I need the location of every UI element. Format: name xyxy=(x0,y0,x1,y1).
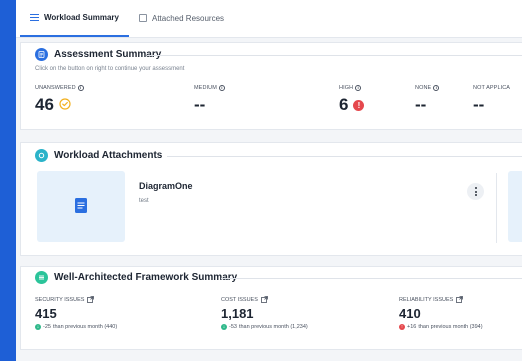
metric-label: NOT APPLICA xyxy=(473,85,511,91)
info-icon[interactable]: i xyxy=(433,85,440,91)
more-options-icon[interactable] xyxy=(467,183,484,200)
pending-icon xyxy=(59,95,71,115)
assessment-summary-header: Assessment Summary xyxy=(35,48,161,61)
issue-count: 415 xyxy=(35,306,57,321)
arrow-down-icon: ↓ xyxy=(221,323,227,330)
framework-summary-card: Well-Architected Framework Summary SECUR… xyxy=(20,266,522,350)
tab-bar: Workload Summary Attached Resources xyxy=(16,0,522,38)
info-icon[interactable]: i xyxy=(218,85,225,91)
metric-label: UNANSWERED i xyxy=(35,85,84,91)
alert-icon: ! xyxy=(353,99,365,111)
attachment-name[interactable]: DiagramOne xyxy=(139,181,193,191)
metric-value: 46 xyxy=(35,95,84,115)
document-icon xyxy=(75,198,87,218)
framework-header: Well-Architected Framework Summary xyxy=(35,271,237,284)
issue-label: COST ISSUES xyxy=(221,296,308,303)
workload-attachments-card: Workload Attachments DiagramOne test xyxy=(20,142,522,256)
tab-attached-resources[interactable]: Attached Resources xyxy=(129,0,234,37)
info-icon[interactable]: i xyxy=(77,85,84,91)
metric-high: HIGH i 6 ! xyxy=(339,85,365,115)
attachment-thumbnail[interactable] xyxy=(508,171,522,242)
info-icon[interactable]: i xyxy=(355,85,362,91)
issue-cost: COST ISSUES 1,181 ↓ -53 than previous mo… xyxy=(221,296,308,330)
issue-label: SECURITY ISSUES xyxy=(35,296,117,303)
issue-trend: ↓ -25 than previous month (440) xyxy=(35,323,118,330)
metric-label: HIGH i xyxy=(339,85,364,91)
metric-not-applicable: NOT APPLICA -- xyxy=(473,85,510,115)
card-subtitle: Click on the button on right to continue… xyxy=(35,66,185,72)
card-title: Well-Architected Framework Summary xyxy=(54,272,238,283)
assessment-summary-card: Assessment Summary Click on the button o… xyxy=(20,42,522,130)
list-icon xyxy=(30,13,39,22)
checklist-icon xyxy=(35,271,48,284)
tab-label: Attached Resources xyxy=(151,13,225,23)
arrow-down-icon: ↓ xyxy=(35,323,41,330)
app-window: Workload Summary Attached Resources Asse… xyxy=(16,0,522,361)
metric-value: 6 ! xyxy=(339,95,365,115)
metric-label: MEDIUM i xyxy=(194,85,225,91)
issue-trend: ↓ -53 than previous month (1,234) xyxy=(221,323,308,330)
metric-label: NONE i xyxy=(415,85,440,91)
external-link-icon[interactable] xyxy=(456,296,464,303)
card-title: Workload Attachments xyxy=(54,150,163,161)
tab-label: Workload Summary xyxy=(44,12,119,22)
metric-value: -- xyxy=(473,95,485,114)
issue-security: SECURITY ISSUES 415 ↓ -25 than previous … xyxy=(35,296,117,330)
metric-value: -- xyxy=(194,95,206,114)
attachment-thumbnail[interactable] xyxy=(37,171,125,242)
attachments-header: Workload Attachments xyxy=(35,149,162,162)
arrow-up-icon: ↑ xyxy=(399,323,405,330)
divider xyxy=(167,156,522,157)
issue-reliability: RELIABILITY ISSUES 410 ↑ +16 than previo… xyxy=(399,296,483,330)
divider xyxy=(496,173,497,243)
issue-count: 410 xyxy=(399,306,421,321)
external-link-icon[interactable] xyxy=(87,296,95,303)
tab-workload-summary[interactable]: Workload Summary xyxy=(20,0,129,37)
card-title: Assessment Summary xyxy=(54,49,162,60)
attachment-description: test xyxy=(139,198,149,204)
divider xyxy=(147,55,522,56)
attachment-icon xyxy=(35,149,48,162)
external-link-icon[interactable] xyxy=(260,296,268,303)
issue-trend: ↑ +16 than previous month (394) xyxy=(399,323,483,330)
divider xyxy=(221,278,522,279)
clipboard-icon xyxy=(35,48,48,61)
metric-unanswered: UNANSWERED i 46 xyxy=(35,85,84,115)
box-icon xyxy=(138,14,147,22)
metric-value: -- xyxy=(415,95,427,114)
issue-label: RELIABILITY ISSUES xyxy=(399,296,483,303)
issue-count: 1,181 xyxy=(221,306,254,321)
metric-medium: MEDIUM i -- xyxy=(194,85,225,115)
metric-none: NONE i -- xyxy=(415,85,440,115)
